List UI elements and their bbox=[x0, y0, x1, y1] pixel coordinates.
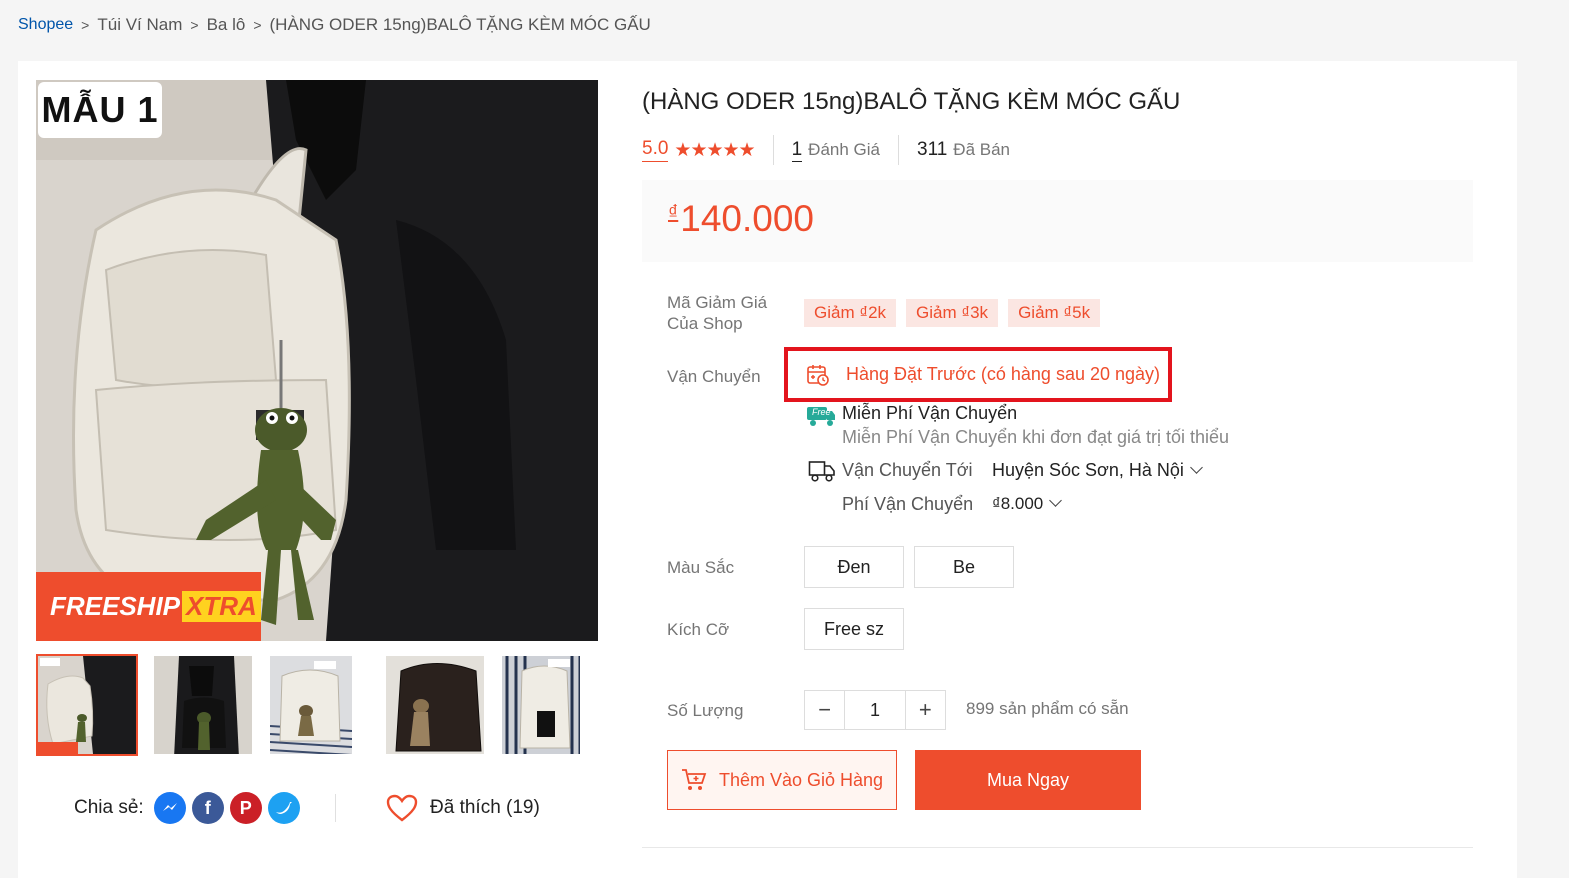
share-icons: f P bbox=[153, 792, 300, 824]
ship-to-value: Huyện Sóc Sơn, Hà Nội bbox=[992, 460, 1184, 480]
calendar-clock-icon bbox=[807, 364, 829, 386]
free-shipping-title: Miễn Phí Vận Chuyển bbox=[842, 403, 1018, 423]
chevron-right-icon: > bbox=[253, 17, 262, 33]
voucher-5k[interactable]: Giảm ₫5k bbox=[1008, 299, 1101, 327]
variant-label: MẪU 1 bbox=[38, 82, 162, 138]
breadcrumb: Shopee > Túi Ví Nam > Ba lô > (HÀNG ODER… bbox=[18, 14, 651, 36]
like-button[interactable]: Đã thích (19) bbox=[386, 790, 540, 826]
xtra-label: XTRA bbox=[182, 591, 261, 622]
currency-symbol: ₫ bbox=[668, 202, 679, 224]
product-title: (HÀNG ODER 15ng)BALÔ TẶNG KÈM MÓC GẤU bbox=[642, 88, 1181, 115]
decrease-button[interactable]: − bbox=[805, 691, 844, 729]
pinterest-icon[interactable]: P bbox=[229, 792, 262, 824]
buy-now-button[interactable]: Mua Ngay bbox=[915, 750, 1141, 810]
free-shipping-desc: Miễn Phí Vận Chuyển khi đơn đạt giá trị … bbox=[842, 427, 1230, 447]
preorder-notice: Hàng Đặt Trước (có hàng sau 20 ngày) bbox=[784, 347, 1172, 402]
thumbnail-4[interactable] bbox=[384, 654, 486, 756]
breadcrumb-current: (HÀNG ODER 15ng)BALÔ TẶNG KÈM MÓC GẤU bbox=[269, 15, 651, 34]
product-stats: 5.0 ★★★★★ 1 Đánh Giá 311 Đã Bán bbox=[642, 134, 1010, 166]
heart-icon bbox=[386, 794, 418, 822]
color-label: Màu Sắc bbox=[667, 558, 735, 577]
voucher-3k[interactable]: Giảm ₫3k bbox=[906, 299, 999, 327]
ship-to-label: Vận Chuyển Tới bbox=[842, 460, 973, 480]
voucher-label: Mã Giảm Giá Của Shop bbox=[667, 292, 767, 334]
color-option-be[interactable]: Be bbox=[914, 546, 1014, 588]
color-option-den[interactable]: Đen bbox=[804, 546, 904, 588]
size-label: Kích Cỡ bbox=[667, 620, 730, 639]
product-main-image[interactable] bbox=[36, 80, 598, 641]
truck-icon bbox=[808, 461, 835, 482]
share-row: Chia sẻ: f P bbox=[74, 790, 300, 826]
backpack-photo bbox=[36, 80, 598, 641]
thumbnail-1[interactable] bbox=[36, 654, 138, 756]
rating-stars-icon: ★★★★★ bbox=[674, 139, 755, 161]
size-option-free[interactable]: Free sz bbox=[804, 608, 904, 650]
thumbnail-5[interactable] bbox=[500, 654, 582, 756]
breadcrumb-category[interactable]: Túi Ví Nam bbox=[97, 15, 182, 35]
section-divider bbox=[642, 847, 1473, 848]
chevron-down-icon bbox=[1190, 461, 1203, 474]
free-badge-label: Free bbox=[812, 407, 831, 417]
share-divider bbox=[335, 794, 336, 822]
voucher-list: Giảm ₫2k Giảm ₫3k Giảm ₫5k bbox=[804, 299, 1101, 327]
like-count: Đã thích (19) bbox=[430, 797, 540, 818]
quantity-label: Số Lượng bbox=[667, 701, 744, 720]
rating-score[interactable]: 5.0 bbox=[642, 138, 669, 162]
stat-divider bbox=[898, 135, 899, 165]
messenger-icon[interactable] bbox=[153, 792, 186, 824]
thumbnail-strip bbox=[36, 654, 582, 756]
sold-count: 311 bbox=[917, 139, 948, 160]
reviews-count[interactable]: 1 bbox=[791, 139, 803, 162]
sold-label: Đã Bán bbox=[953, 140, 1010, 159]
chevron-right-icon: > bbox=[81, 17, 90, 33]
stat-divider bbox=[772, 135, 774, 165]
ship-fee-value: ₫8.000 bbox=[992, 494, 1044, 513]
voucher-2k[interactable]: Giảm ₫2k bbox=[804, 299, 897, 327]
cart-plus-icon bbox=[681, 769, 707, 790]
thumbnail-3[interactable] bbox=[268, 654, 370, 756]
add-to-cart-label: Thêm Vào Giỏ Hàng bbox=[718, 769, 884, 790]
price-value: 140.000 bbox=[680, 198, 815, 239]
quantity-stepper: − 1 + bbox=[804, 690, 946, 730]
price-box: ₫ 140.000 bbox=[642, 180, 1473, 262]
preorder-text: Hàng Đặt Trước (có hàng sau 20 ngày) bbox=[846, 364, 1161, 384]
share-label: Chia sẻ: bbox=[74, 797, 144, 818]
freeship-xtra-badge: FREESHIP XTRA bbox=[36, 572, 261, 641]
voucher-label-line2: Của Shop bbox=[667, 314, 743, 333]
breadcrumb-shopee[interactable]: Shopee bbox=[18, 16, 73, 34]
ship-fee-selector[interactable]: ₫8.000 bbox=[992, 494, 1063, 514]
quantity-input[interactable]: 1 bbox=[844, 691, 906, 729]
shipping-label: Vận Chuyển bbox=[667, 367, 761, 386]
ship-to-selector[interactable]: Huyện Sóc Sơn, Hà Nội bbox=[992, 460, 1203, 481]
freeship-label: FREESHIP bbox=[50, 591, 181, 621]
facebook-icon[interactable]: f bbox=[191, 792, 224, 824]
thumbnail-2[interactable] bbox=[152, 654, 254, 756]
reviews-label: Đánh Giá bbox=[808, 140, 880, 159]
ship-fee-label: Phí Vận Chuyển bbox=[842, 494, 974, 514]
twitter-icon[interactable] bbox=[267, 792, 300, 824]
increase-button[interactable]: + bbox=[906, 691, 945, 729]
product-price: ₫ 140.000 bbox=[668, 198, 814, 240]
voucher-label-line1: Mã Giảm Giá bbox=[667, 293, 768, 312]
stock-count: 899 sản phẩm có sẵn bbox=[966, 699, 1129, 718]
breadcrumb-subcategory[interactable]: Ba lô bbox=[207, 15, 246, 35]
chevron-down-icon bbox=[1049, 494, 1063, 507]
chevron-right-icon: > bbox=[190, 17, 199, 33]
add-to-cart-button[interactable]: Thêm Vào Giỏ Hàng bbox=[667, 750, 897, 810]
